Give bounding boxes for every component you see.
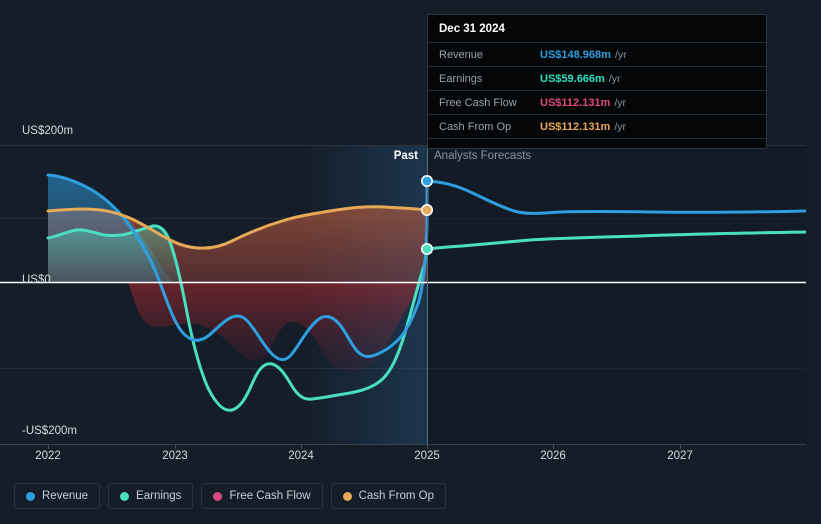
x-axis-label-2022: 2022 [35, 450, 61, 462]
forecast-band-shade [427, 146, 806, 444]
tooltip-row-free-cash-flow: Free Cash Flow US$112.131m /yr [428, 90, 766, 114]
legend-item-cash-from-op[interactable]: Cash From Op [330, 483, 447, 509]
tooltip-value-earnings: US$59.666m [540, 72, 605, 85]
legend-item-earnings[interactable]: Earnings [108, 483, 194, 509]
tooltip-label-earnings: Earnings [439, 72, 483, 85]
tooltip-value-cash-from-op: US$112.131m [540, 120, 611, 133]
legend-label-cash-from-op: Cash From Op [358, 490, 435, 502]
tooltip-label-revenue: Revenue [439, 48, 484, 61]
tooltip-unit-earnings: /yr [608, 72, 621, 85]
tooltip-date: Dec 31 2024 [439, 23, 505, 35]
legend-label-free-cash-flow: Free Cash Flow [229, 490, 311, 502]
tooltip-value-free-cash-flow: US$112.131m [540, 96, 611, 109]
chart-page: Past Analysts Forecasts US$200m US$0 -US… [0, 0, 821, 524]
legend-dot-icon-free-cash-flow [213, 491, 223, 501]
x-axis-label-2023: 2023 [162, 450, 188, 462]
y-axis-label-neg200m: -US$200m [22, 425, 77, 437]
marker-cash-from-op[interactable] [420, 204, 433, 217]
tooltip-row-revenue: Revenue US$148.968m /yr [428, 42, 766, 66]
analysts-forecasts-label: Analysts Forecasts [434, 150, 532, 162]
chart-legend: Revenue Earnings Free Cash Flow Cash Fro… [14, 483, 447, 509]
y-axis-label-200m: US$200m [22, 125, 74, 137]
legend-dot-icon-revenue [26, 491, 35, 501]
past-label: Past [393, 150, 418, 162]
x-axis-label-2025: 2025 [414, 450, 440, 462]
x-axis-label-2027: 2027 [667, 450, 693, 462]
tooltip-unit-cash-from-op: /yr [614, 120, 627, 133]
data-tooltip: Dec 31 2024 Revenue US$148.968m /yr Earn… [427, 14, 767, 149]
x-axis-label-2024: 2024 [288, 450, 314, 462]
band-labels: Past Analysts Forecasts [0, 146, 821, 168]
legend-dot-icon-cash-from-op [342, 491, 352, 501]
tooltip-label-free-cash-flow: Free Cash Flow [439, 96, 517, 109]
legend-label-earnings: Earnings [136, 490, 182, 502]
tooltip-unit-free-cash-flow: /yr [614, 96, 627, 109]
tooltip-row-earnings: Earnings US$59.666m /yr [428, 66, 766, 90]
x-axis-label-2026: 2026 [540, 450, 566, 462]
tooltip-value-revenue: US$148.968m [540, 48, 611, 61]
tooltip-footer-divider [428, 138, 766, 148]
legend-dot-icon-earnings [120, 491, 130, 501]
legend-item-free-cash-flow[interactable]: Free Cash Flow [201, 483, 323, 509]
legend-label-revenue: Revenue [42, 490, 89, 502]
tooltip-unit-revenue: /yr [614, 48, 627, 61]
marker-earnings[interactable] [420, 243, 433, 256]
tooltip-label-cash-from-op: Cash From Op [439, 120, 512, 133]
y-axis-label-0: US$0 [22, 274, 51, 286]
tooltip-row-cash-from-op: Cash From Op US$112.131m /yr [428, 114, 766, 138]
legend-item-revenue[interactable]: Revenue [14, 483, 101, 509]
marker-revenue[interactable] [420, 175, 433, 188]
